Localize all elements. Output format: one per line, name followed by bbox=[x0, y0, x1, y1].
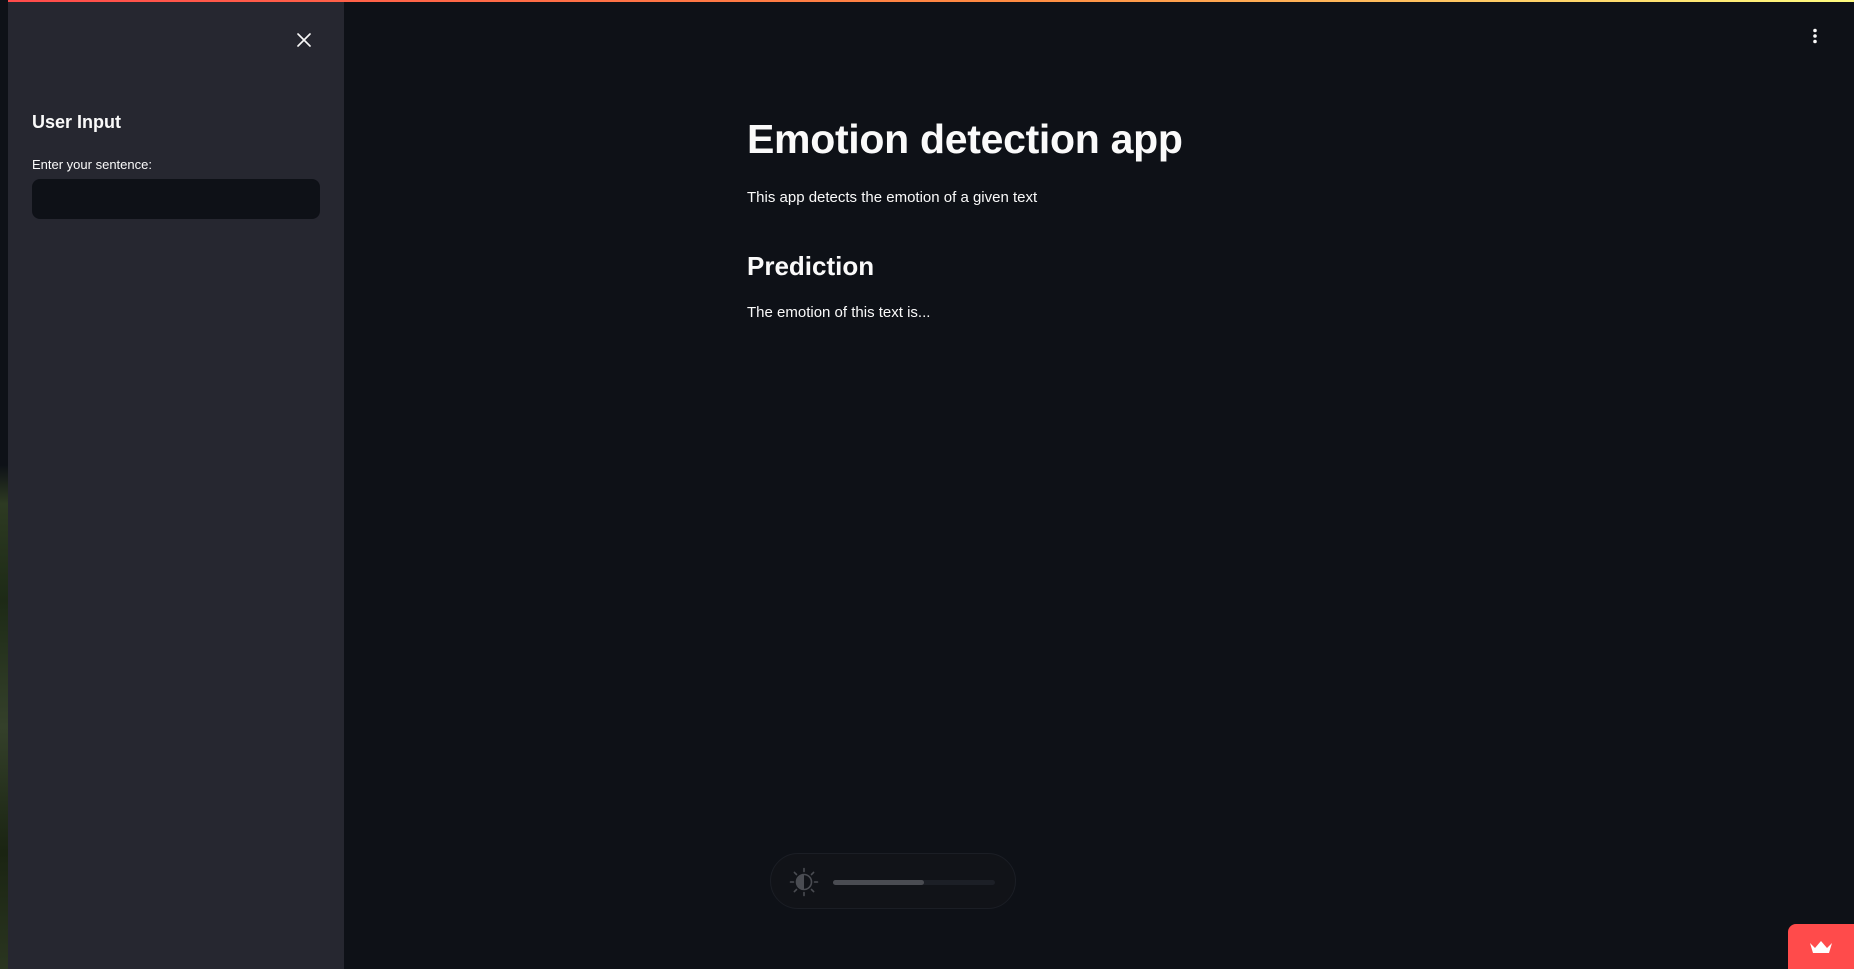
crown-icon bbox=[1810, 940, 1832, 953]
brightness-slider[interactable] bbox=[833, 880, 995, 885]
sidebar: User Input Enter your sentence: bbox=[8, 2, 344, 969]
sentence-input[interactable] bbox=[32, 179, 320, 219]
prediction-result-text: The emotion of this text is... bbox=[747, 304, 931, 321]
sidebar-heading: User Input bbox=[32, 112, 122, 132]
app-description: This app detects the emotion of a given … bbox=[747, 189, 1038, 206]
sidebar-close-button[interactable] bbox=[292, 28, 316, 52]
brightness-contrast-icon[interactable] bbox=[789, 867, 819, 897]
top-decoration-bar bbox=[8, 0, 1854, 2]
main-menu-button[interactable] bbox=[1805, 24, 1825, 48]
brightness-control bbox=[770, 853, 1016, 909]
desktop-background-edge bbox=[0, 0, 8, 969]
page-title: Emotion detection app bbox=[747, 116, 1183, 162]
brightness-slider-fill bbox=[833, 880, 924, 885]
sentence-input-label: Enter your sentence: bbox=[32, 157, 152, 172]
prediction-heading: Prediction bbox=[747, 251, 875, 281]
close-icon bbox=[297, 33, 311, 47]
streamlit-badge[interactable] bbox=[1788, 924, 1854, 969]
vertical-dots-icon bbox=[1813, 28, 1817, 44]
